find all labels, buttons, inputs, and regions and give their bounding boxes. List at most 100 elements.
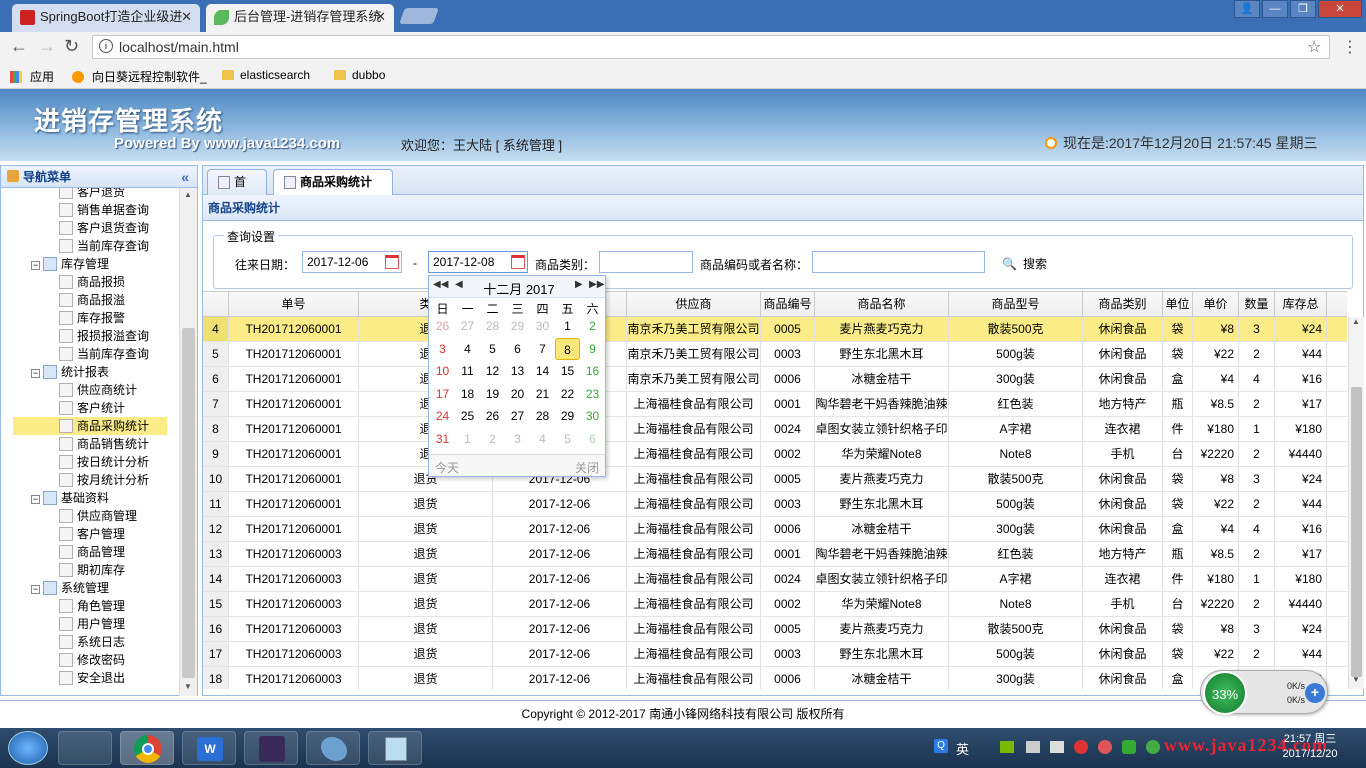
browser-tab-springboot[interactable]: SpringBoot打造企业级进 ✕ [12, 4, 200, 32]
notepad-icon[interactable] [368, 731, 422, 765]
add-icon[interactable]: + [1305, 683, 1325, 703]
scroll-up-icon[interactable]: ▲ [184, 190, 192, 199]
nav-item[interactable]: 商品报溢 [59, 291, 125, 309]
calendar-day[interactable]: 5 [555, 428, 580, 450]
table-row[interactable]: 15 TH201712060003 退货 2017-12-06 上海福桂食品有限公司 00… [203, 592, 1347, 617]
nav-item[interactable]: 商品采购统计 [13, 417, 167, 435]
nav-group[interactable]: − 库存管理 [31, 255, 109, 273]
calendar-day[interactable]: 8 [555, 337, 580, 360]
column-header[interactable]: 单号 [229, 292, 359, 317]
minimize-icon[interactable]: — [1262, 0, 1288, 18]
nav-item[interactable]: 期初库存 [59, 561, 125, 579]
calendar-day[interactable]: 1 [555, 315, 580, 337]
nav-item[interactable]: 当前库存查询 [59, 237, 149, 255]
apps-bookmark[interactable]: 应用 [10, 68, 54, 85]
calendar-day[interactable]: 29 [555, 405, 580, 427]
nav-item[interactable]: 商品报损 [59, 273, 125, 291]
calendar-day[interactable]: 3 [430, 338, 455, 360]
calendar-day[interactable]: 18 [455, 383, 480, 405]
calendar-day[interactable]: 14 [530, 360, 555, 382]
table-row[interactable]: 12 TH201712060001 退货 2017-12-06 上海福桂食品有限公司 00… [203, 517, 1347, 542]
calendar-day[interactable]: 4 [455, 338, 480, 360]
table-row[interactable]: 6 TH201712060001 退南京禾乃美工贸有限公司 0006 冰糖金桔干 300g… [203, 367, 1347, 392]
tree-toggle-icon[interactable]: − [31, 495, 40, 504]
tab-purchase-stats[interactable]: 商品采购统计 × [273, 169, 393, 213]
table-row[interactable]: 8 TH201712060001 退上海福桂食品有限公司 0024 卓图女装立领针织格子… [203, 417, 1347, 442]
calendar-day[interactable]: 31 [430, 428, 455, 450]
column-header[interactable]: 商品类别 [1083, 292, 1163, 317]
column-header[interactable]: 商品名称 [815, 292, 949, 317]
tree-toggle-icon[interactable]: − [31, 369, 40, 378]
column-header[interactable]: 单位 [1163, 292, 1193, 317]
calendar-day[interactable]: 11 [455, 360, 480, 382]
nav-item[interactable]: 修改密码 [59, 651, 125, 669]
calendar-day[interactable]: 23 [580, 383, 605, 405]
calendar-day[interactable]: 6 [580, 428, 605, 450]
app-tray-icon[interactable] [1074, 740, 1088, 754]
url-text[interactable]: localhost/main.html [119, 39, 239, 55]
table-row[interactable]: 18 TH201712060003 退货 2017-12-06 上海福桂食品有限公司 00… [203, 667, 1347, 689]
reload-icon[interactable]: ↻ [64, 36, 79, 57]
nvidia-icon[interactable] [1000, 741, 1014, 753]
calendar-day[interactable]: 2 [580, 315, 605, 337]
calendar-day[interactable]: 29 [505, 315, 530, 337]
next-year-icon[interactable]: ▶▶ [589, 279, 604, 290]
calendar-icon[interactable] [385, 255, 399, 269]
prev-year-icon[interactable]: ◀◀ [433, 279, 448, 290]
word-icon[interactable]: W [182, 731, 236, 765]
shield-icon[interactable] [1122, 740, 1136, 754]
input-method-icon[interactable]: Q [934, 739, 948, 753]
calendar-day[interactable]: 3 [505, 428, 530, 450]
ime-language[interactable]: 英 [956, 739, 969, 758]
taskbar-app-icon[interactable] [58, 731, 112, 765]
table-row[interactable]: 13 TH201712060003 退货 2017-12-06 上海福桂食品有限公司 00… [203, 542, 1347, 567]
calendar-month[interactable]: 十二月 2017 [479, 279, 559, 298]
search-button[interactable]: 🔍 搜索 [1002, 255, 1047, 272]
category-field[interactable] [599, 251, 693, 273]
table-row[interactable]: 5 TH201712060001 退南京禾乃美工贸有限公司 0003 野生东北黑木耳 50… [203, 342, 1347, 367]
nav-item[interactable]: 库存报警 [59, 309, 125, 327]
info-icon[interactable]: i [99, 39, 113, 53]
nav-item[interactable]: 供应商统计 [59, 381, 137, 399]
tab-home[interactable]: 首页 [207, 169, 267, 213]
calendar-day[interactable]: 27 [505, 405, 530, 427]
close-button[interactable]: 关闭 [575, 459, 599, 476]
calendar-day[interactable]: 22 [555, 383, 580, 405]
grid-scrollbar[interactable]: ▲ ▼ [1348, 317, 1364, 689]
nav-item[interactable]: 按日统计分析 [59, 453, 149, 471]
calendar-day[interactable]: 28 [530, 405, 555, 427]
table-row[interactable]: 16 TH201712060003 退货 2017-12-06 上海福桂食品有限公司 00… [203, 617, 1347, 642]
nav-item[interactable]: 安全退出 [59, 669, 125, 687]
calendar-day[interactable]: 24 [430, 405, 455, 427]
table-row[interactable]: 9 TH201712060001 退上海福桂食品有限公司 0002 华为荣耀Note8 N… [203, 442, 1347, 467]
scroll-up-icon[interactable]: ▲ [1352, 317, 1360, 326]
column-header[interactable] [203, 292, 229, 317]
table-row[interactable]: 14 TH201712060003 退货 2017-12-06 上海福桂食品有限公司 00… [203, 567, 1347, 592]
calendar-day[interactable]: 19 [480, 383, 505, 405]
nav-item[interactable]: 销售单据查询 [59, 201, 149, 219]
user-profile-icon[interactable]: 👤 [1234, 0, 1260, 18]
nav-item[interactable]: 客户管理 [59, 525, 125, 543]
nav-scroll-thumb[interactable] [182, 328, 195, 678]
collapse-icon[interactable]: « [181, 166, 189, 188]
calendar-day[interactable]: 26 [430, 315, 455, 337]
calendar-icon[interactable] [511, 255, 525, 269]
nav-scrollbar[interactable]: ▲ ▼ [179, 188, 197, 696]
calendar-day[interactable]: 17 [430, 383, 455, 405]
eclipse-icon[interactable] [244, 731, 298, 765]
calendar-day[interactable]: 20 [505, 383, 530, 405]
column-header[interactable]: 单价 [1193, 292, 1239, 317]
calendar-day[interactable]: 10 [430, 360, 455, 382]
address-bar[interactable]: i localhost/main.html ☆ [92, 35, 1330, 59]
name-field[interactable] [812, 251, 985, 273]
next-month-icon[interactable]: ▶ [575, 279, 583, 290]
app-tray-icon[interactable] [1098, 740, 1112, 754]
chrome-icon[interactable] [120, 731, 174, 765]
calendar-day[interactable]: 27 [455, 315, 480, 337]
nav-group[interactable]: − 统计报表 [31, 363, 109, 381]
nav-group[interactable]: − 系统管理 [31, 579, 109, 597]
forward-arrow-icon[interactable]: → [38, 36, 56, 57]
table-row[interactable]: 11 TH201712060001 退货 2017-12-06 上海福桂食品有限公司 00… [203, 492, 1347, 517]
calendar-day[interactable]: 6 [505, 338, 530, 360]
calendar-day[interactable]: 26 [480, 405, 505, 427]
